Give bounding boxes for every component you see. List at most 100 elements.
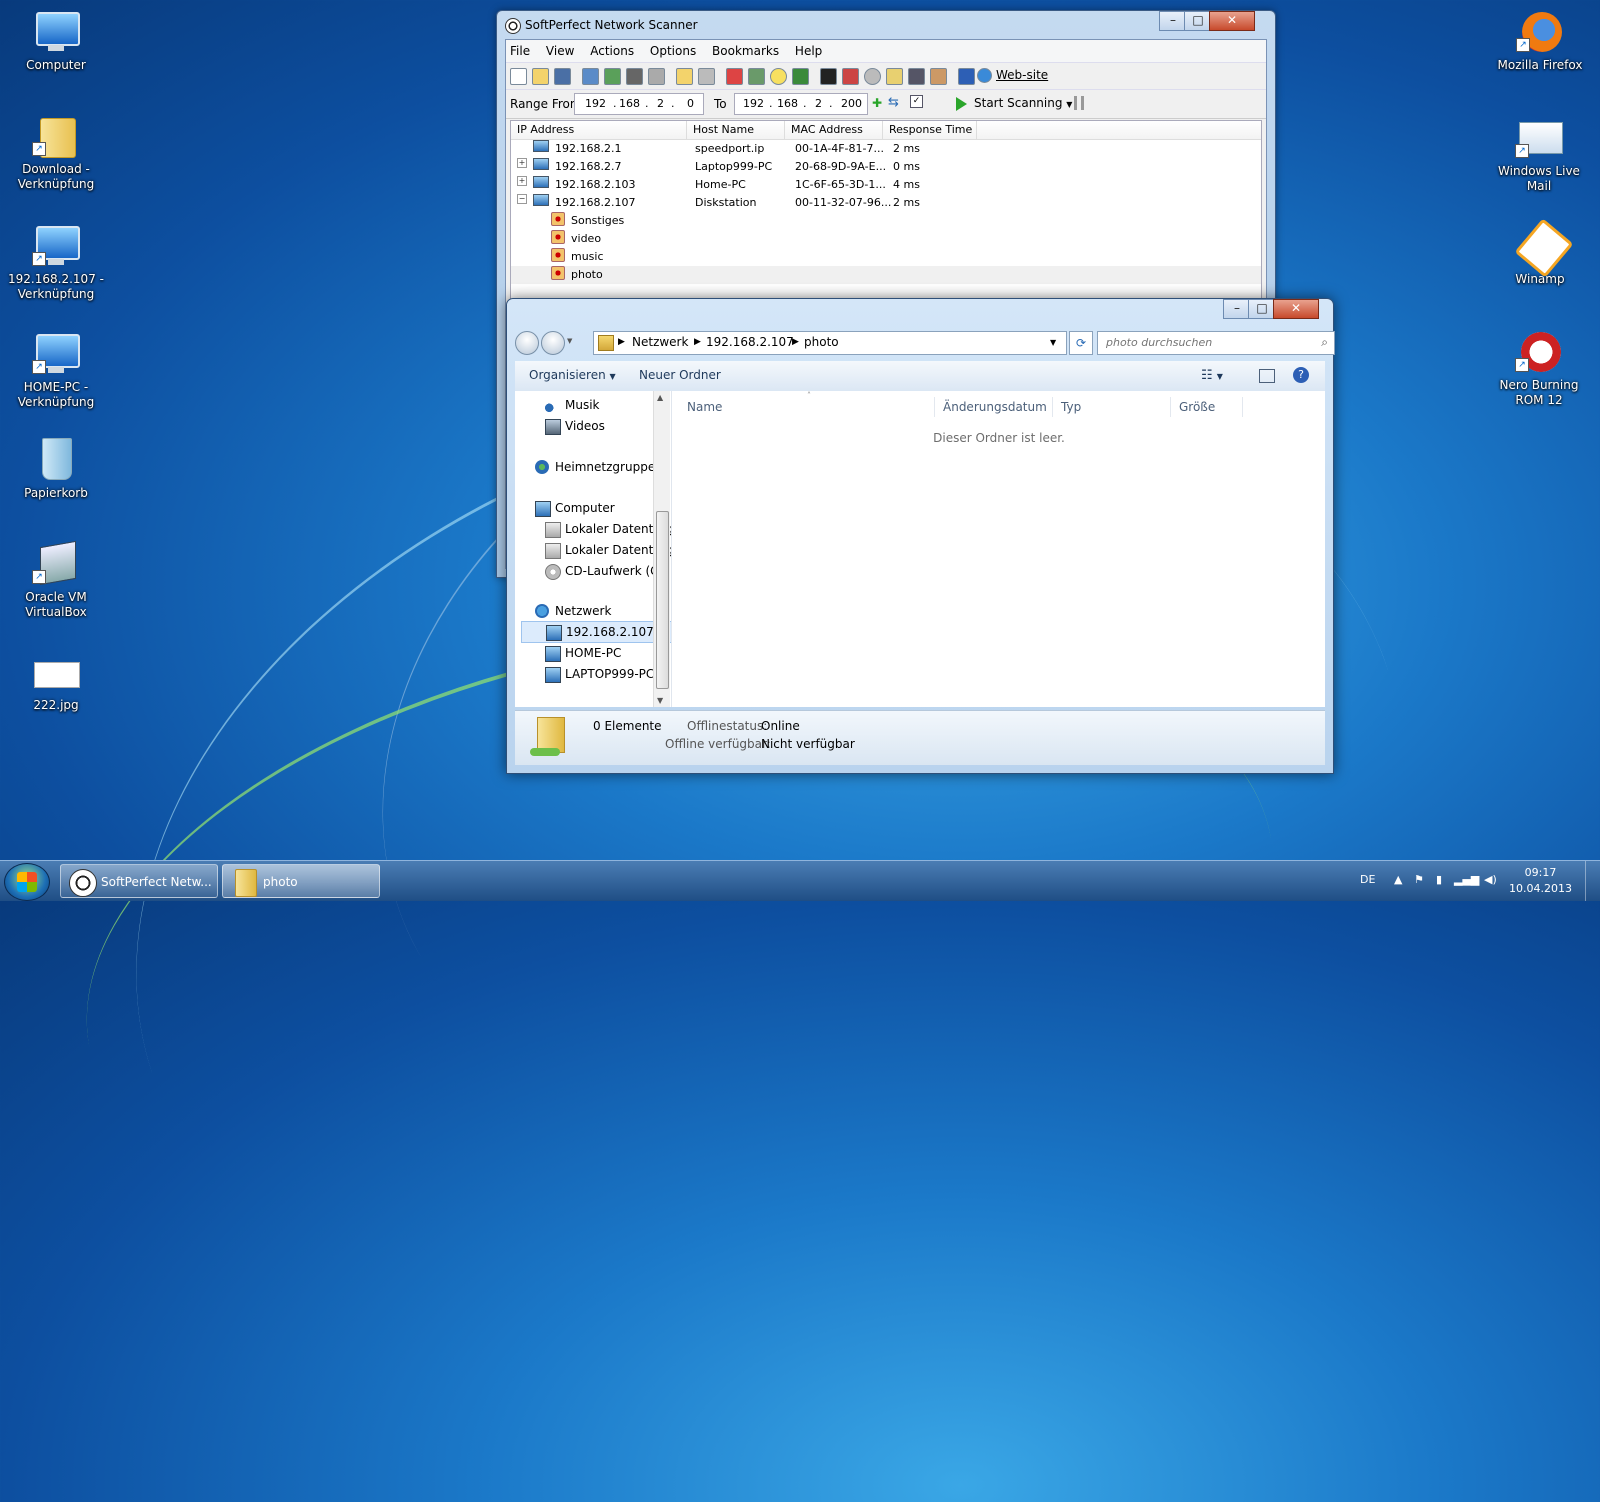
scroll-down-icon[interactable]: ▼ xyxy=(657,696,663,705)
table-row[interactable]: 192.168.2.1 speedport.ip 00-1A-4F-81-7..… xyxy=(511,140,1261,158)
nav-item-diskstation[interactable]: 192.168.2.107 xyxy=(521,621,671,643)
minimize-button[interactable]: – xyxy=(1223,299,1251,319)
volume-icon[interactable]: ◀) xyxy=(1484,873,1497,886)
nav-item-music[interactable]: Musik xyxy=(545,395,600,415)
chevron-down-icon[interactable]: ▼ xyxy=(1050,338,1056,347)
gear-icon[interactable] xyxy=(864,68,881,85)
battery-icon[interactable]: ▮ xyxy=(1436,873,1442,886)
users-icon[interactable] xyxy=(930,68,947,85)
nav-item-videos[interactable]: Videos xyxy=(545,416,605,436)
range-from-input[interactable]: 192 . 168 . 2 . 0 xyxy=(574,93,704,115)
menu-file[interactable]: File xyxy=(510,44,530,58)
search-box[interactable]: ⌕ xyxy=(1097,331,1335,355)
copy-icon[interactable] xyxy=(648,68,665,85)
expand-icon[interactable]: + xyxy=(517,158,527,168)
terminal-icon[interactable] xyxy=(820,68,837,85)
forward-button[interactable] xyxy=(541,331,565,355)
column-ip-address[interactable]: IP Address xyxy=(511,121,687,139)
table-row[interactable]: + 192.168.2.7 Laptop999-PC 20-68-9D-9A-E… xyxy=(511,158,1261,176)
nav-item-network[interactable]: Netzwerk xyxy=(535,601,611,621)
menu-view[interactable]: View xyxy=(546,44,574,58)
table-row[interactable]: + 192.168.2.103 Home-PC 1C-6F-65-3D-1...… xyxy=(511,176,1261,194)
website-link[interactable]: Web-site xyxy=(996,68,1048,82)
back-button[interactable] xyxy=(515,331,539,355)
new-folder-button[interactable]: Neuer Ordner xyxy=(639,368,721,382)
nav-item-homegroup[interactable]: Heimnetzgruppe xyxy=(535,457,655,477)
search-input[interactable] xyxy=(1104,335,1308,350)
checkbox-icon[interactable]: ✓ xyxy=(910,95,923,108)
breadcrumb-item[interactable]: 192.168.2.107 xyxy=(706,335,794,349)
nav-item-home-pc[interactable]: HOME-PC xyxy=(545,643,621,663)
share-row[interactable]: photo xyxy=(511,266,1261,284)
tree-expand-icon[interactable] xyxy=(582,68,599,85)
preview-pane-icon[interactable] xyxy=(1259,369,1275,383)
maximize-button[interactable]: □ xyxy=(1248,299,1276,319)
sync-icon[interactable]: ⇆ xyxy=(888,95,899,110)
clock[interactable]: 09:17 10.04.2013 xyxy=(1509,865,1572,897)
column-host-name[interactable]: Host Name xyxy=(687,121,785,139)
find-icon[interactable] xyxy=(626,68,643,85)
column-name[interactable]: Name xyxy=(679,397,935,417)
menu-help[interactable]: Help xyxy=(795,44,822,58)
desktop-icon-firefox[interactable]: ↗ Mozilla Firefox xyxy=(1490,8,1590,73)
save-icon[interactable] xyxy=(554,68,571,85)
breadcrumb-item[interactable]: photo xyxy=(804,335,839,349)
breadcrumb-item[interactable]: Netzwerk xyxy=(632,335,688,349)
address-bar[interactable]: ▶ Netzwerk ▶ 192.168.2.107 ▶ photo ▼ xyxy=(593,331,1067,355)
ip-icon[interactable] xyxy=(792,68,809,85)
add-range-icon[interactable]: ✚ xyxy=(872,96,882,110)
pc-icon[interactable] xyxy=(886,68,903,85)
network-signal-icon[interactable]: ▂▄▆ xyxy=(1454,873,1479,886)
filter-icon[interactable] xyxy=(698,68,715,85)
navigation-pane[interactable]: Musik Videos Heimnetzgruppe Computer Lok… xyxy=(515,391,672,707)
open-icon[interactable] xyxy=(532,68,549,85)
new-icon[interactable] xyxy=(510,68,527,85)
taskbar-button-scanner[interactable]: SoftPerfect Netw... xyxy=(60,864,218,898)
refresh-icon[interactable]: ⟳ xyxy=(1069,331,1093,355)
nav-scrollbar[interactable]: ▲ ▼ xyxy=(653,391,670,707)
bulb-icon[interactable] xyxy=(770,68,787,85)
minimize-button[interactable]: – xyxy=(1159,11,1187,31)
help-icon[interactable] xyxy=(958,68,975,85)
globe-icon[interactable] xyxy=(977,68,992,83)
scroll-up-icon[interactable]: ▲ xyxy=(657,393,663,402)
language-indicator[interactable]: DE xyxy=(1360,873,1375,886)
range-to-input[interactable]: 192 . 168 . 2 . 200 xyxy=(734,93,868,115)
network-icon[interactable] xyxy=(748,68,765,85)
show-hidden-icons-icon[interactable]: ▲ xyxy=(1394,873,1402,886)
delete-icon[interactable] xyxy=(726,68,743,85)
collapse-icon[interactable]: − xyxy=(517,194,527,204)
maximize-button[interactable]: □ xyxy=(1184,11,1212,31)
column-mac-address[interactable]: MAC Address xyxy=(785,121,883,139)
help-icon[interactable]: ? xyxy=(1293,367,1309,383)
nav-item-laptop[interactable]: LAPTOP999-PC xyxy=(545,664,654,684)
folder-share-icon[interactable] xyxy=(676,68,693,85)
expand-icon[interactable]: + xyxy=(517,176,527,186)
share-row[interactable]: video xyxy=(511,230,1261,248)
blocks-icon[interactable] xyxy=(842,68,859,85)
desktop-icon-windows-live-mail[interactable]: ↗ Windows Live Mail xyxy=(1486,114,1592,194)
desktop-icon-222-jpg[interactable]: 222.jpg xyxy=(8,648,104,713)
nav-item-computer[interactable]: Computer xyxy=(535,498,615,518)
desktop-icon-winamp[interactable]: Winamp xyxy=(1490,218,1590,287)
action-center-flag-icon[interactable]: ⚑ xyxy=(1414,873,1424,886)
menu-actions[interactable]: Actions xyxy=(590,44,634,58)
column-size[interactable]: Größe xyxy=(1171,397,1243,417)
chevron-down-icon[interactable]: ▼ xyxy=(567,337,572,345)
column-response-time[interactable]: Response Time xyxy=(883,121,977,139)
scroll-thumb[interactable] xyxy=(656,511,669,689)
close-button[interactable]: ✕ xyxy=(1273,299,1319,319)
desktop-icon-recycle-bin[interactable]: Papierkorb xyxy=(8,436,104,501)
column-type[interactable]: Typ xyxy=(1053,397,1171,417)
start-scanning-button[interactable]: Start Scanning ▼ xyxy=(956,96,1072,111)
column-modified[interactable]: Änderungsdatum xyxy=(935,397,1053,417)
show-desktop-button[interactable] xyxy=(1585,861,1600,901)
table-row[interactable]: − 192.168.2.107 Diskstation 00-11-32-07-… xyxy=(511,194,1261,212)
tree-add-icon[interactable] xyxy=(604,68,621,85)
desktop-icon-download-shortcut[interactable]: ↗ Download - Verknüpfung xyxy=(8,112,104,192)
view-options-icon[interactable]: ☷ ▼ xyxy=(1201,368,1223,383)
share-row[interactable]: music xyxy=(511,248,1261,266)
desktop-icon-virtualbox[interactable]: ↗ Oracle VM VirtualBox xyxy=(8,540,104,620)
desktop-icon-computer[interactable]: Computer xyxy=(8,8,104,73)
menu-options[interactable]: Options xyxy=(650,44,696,58)
